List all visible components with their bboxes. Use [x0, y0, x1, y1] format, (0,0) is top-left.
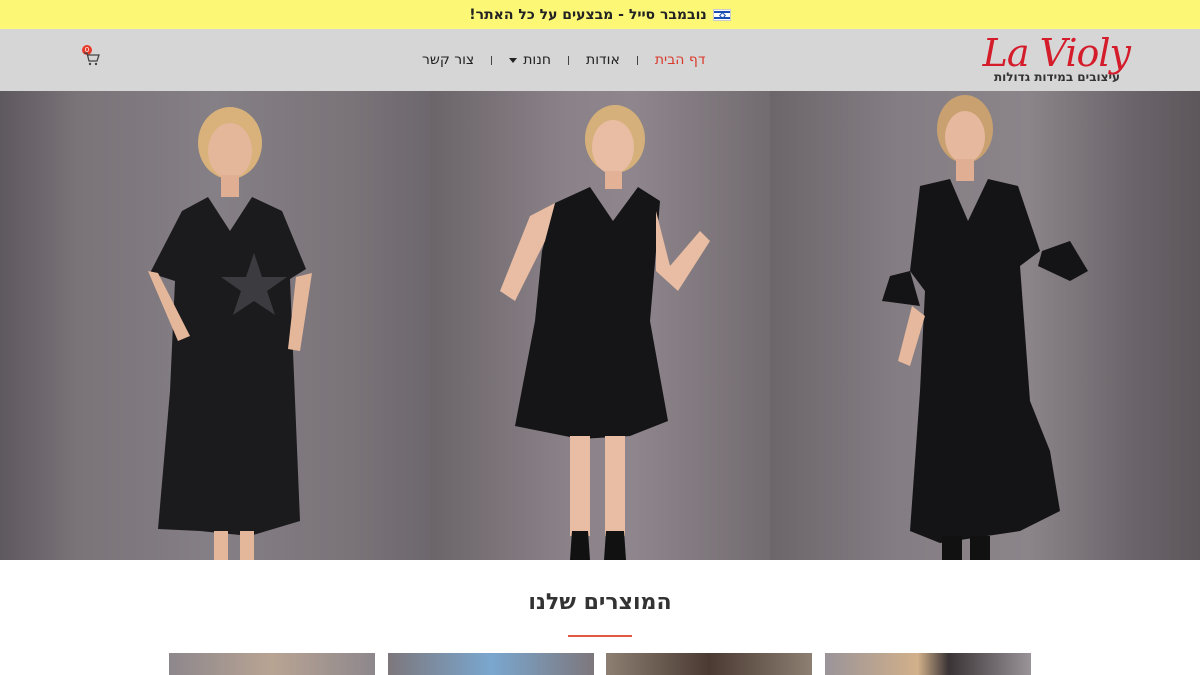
cart-button[interactable]: 0: [82, 45, 102, 66]
nav-item-home[interactable]: דף הבית: [638, 52, 723, 68]
promo-bar: נובמבר סייל - מבצעים על כל האתר!: [0, 0, 1200, 29]
nav-separator: [568, 55, 570, 65]
chevron-down-icon: [509, 57, 518, 63]
logo-tagline: עיצובים במידות גדולות: [993, 70, 1120, 84]
products-section-title: המוצרים שלנו: [528, 590, 672, 615]
promo-text: נובמבר סייל - מבצעים על כל האתר!: [469, 6, 707, 23]
site-logo[interactable]: La Violy עיצובים במידות גדולות: [980, 31, 1131, 89]
nav-item-contact[interactable]: צור קשר: [405, 52, 491, 68]
product-card-3[interactable]: [606, 653, 812, 675]
nav-separator: [491, 55, 493, 65]
product-card-2[interactable]: [388, 653, 594, 675]
title-underline: [568, 635, 632, 637]
shopping-cart-icon: [84, 52, 100, 66]
hero-banner: [0, 91, 1200, 560]
hero-image-ruffle-dress: [770, 91, 1200, 560]
hero-image-sequin-dress: [430, 91, 770, 560]
nav-item-about[interactable]: אודות: [569, 52, 637, 68]
israel-flag-icon: [712, 8, 731, 21]
site-header: La Violy עיצובים במידות גדולות דף הבית א…: [0, 29, 1200, 91]
nav-item-shop[interactable]: חנות: [492, 52, 568, 68]
product-card-4[interactable]: [825, 653, 1031, 675]
product-card-1[interactable]: [169, 653, 375, 675]
logo-script: La Violy: [982, 31, 1131, 75]
main-nav: דף הבית אודות חנות צור קשר: [405, 29, 722, 91]
nav-separator: [636, 55, 638, 65]
hero-image-star-dress: [0, 91, 430, 560]
